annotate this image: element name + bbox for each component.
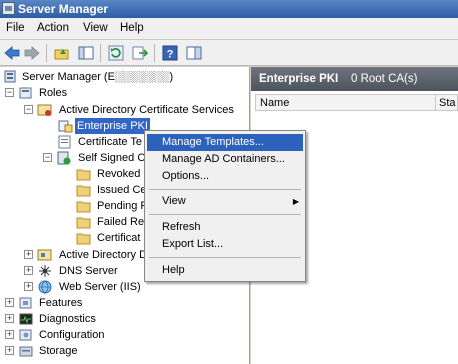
- features-icon: [18, 295, 34, 311]
- window-title: Server Manager: [18, 2, 109, 16]
- collapse-icon[interactable]: −: [24, 105, 33, 114]
- menu-separator: [149, 257, 301, 258]
- toolbar: ?: [0, 40, 458, 66]
- expand-icon[interactable]: +: [5, 314, 14, 323]
- folder-icon: [76, 230, 92, 246]
- tree-label: Roles: [39, 87, 68, 99]
- export-list-icon[interactable]: [131, 44, 149, 62]
- tree-label: Server Manager (E░░░░░░░): [22, 71, 174, 83]
- menu-view[interactable]: View: [83, 22, 108, 34]
- toolbar-separator: [46, 44, 47, 62]
- certificate-templates-icon: [57, 134, 73, 150]
- tree-label: Certificate Te: [78, 136, 142, 148]
- results-title: Enterprise PKI: [259, 73, 339, 85]
- storage-icon: [18, 343, 34, 359]
- up-folder-icon[interactable]: [53, 44, 71, 62]
- tree-label: DNS Server: [59, 265, 118, 277]
- diagnostics-icon: [18, 311, 34, 327]
- svg-text:?: ?: [167, 49, 174, 61]
- folder-icon: [76, 166, 92, 182]
- menu-item-help[interactable]: Help: [147, 262, 303, 279]
- certificate-services-icon: [37, 102, 53, 118]
- tree-label: Features: [39, 297, 83, 309]
- tree-label: Configuration: [39, 329, 105, 341]
- folder-icon: [76, 198, 92, 214]
- menu-item-refresh[interactable]: Refresh: [147, 219, 303, 236]
- tree-label: Enterprise PKI: [75, 118, 150, 134]
- forward-arrow-icon[interactable]: [23, 44, 41, 62]
- roles-icon: [18, 85, 34, 101]
- tree-label: Certificat: [97, 232, 141, 244]
- collapse-icon[interactable]: −: [43, 153, 52, 162]
- menu-file[interactable]: File: [6, 22, 25, 34]
- configuration-icon: [18, 327, 34, 343]
- tree-label: Web Server (IIS): [59, 281, 141, 293]
- folder-icon: [76, 182, 92, 198]
- collapse-icon[interactable]: −: [5, 88, 14, 97]
- menu-item-options[interactable]: Options...: [147, 168, 303, 185]
- action-pane-icon[interactable]: [185, 44, 203, 62]
- toolbar-separator: [154, 44, 155, 62]
- menu-bar: File Action View Help: [0, 18, 458, 40]
- title-bar: Server Manager: [0, 0, 458, 18]
- back-arrow-icon[interactable]: [3, 44, 21, 62]
- refresh-icon[interactable]: [107, 44, 125, 62]
- column-status[interactable]: Sta: [439, 97, 456, 109]
- tree-label: Pending F: [97, 200, 148, 212]
- server-manager-icon: [3, 69, 19, 85]
- show-hide-tree-icon[interactable]: [77, 44, 95, 62]
- menu-action[interactable]: Action: [37, 22, 69, 34]
- menu-item-view[interactable]: View ▶: [147, 193, 303, 210]
- tree-label: Self Signed C: [78, 152, 146, 164]
- tree-label: Issued Ce: [97, 184, 147, 196]
- context-menu: Manage Templates... Manage AD Containers…: [144, 130, 306, 282]
- column-divider[interactable]: [435, 95, 436, 110]
- tree-label: Diagnostics: [39, 313, 96, 325]
- web-server-icon: [37, 279, 53, 295]
- dns-icon: [37, 263, 53, 279]
- expand-icon[interactable]: +: [5, 346, 14, 355]
- tree-label: Failed Re: [97, 216, 145, 228]
- folder-icon: [76, 214, 92, 230]
- column-headers: Name Sta: [255, 94, 458, 111]
- expand-icon[interactable]: +: [24, 282, 33, 291]
- root-ca-count: 0 Root CA(s): [351, 73, 418, 85]
- tree-label: Active Directory Certificate Services: [59, 104, 234, 116]
- help-icon[interactable]: ?: [161, 44, 179, 62]
- expand-icon[interactable]: +: [24, 266, 33, 275]
- results-header: Enterprise PKI 0 Root CA(s): [251, 67, 458, 91]
- menu-item-export-list[interactable]: Export List...: [147, 236, 303, 253]
- active-directory-icon: [37, 247, 53, 263]
- column-name[interactable]: Name: [260, 97, 289, 109]
- submenu-arrow-icon: ▶: [292, 197, 299, 206]
- menu-help[interactable]: Help: [120, 22, 144, 34]
- menu-item-manage-ad-containers[interactable]: Manage AD Containers...: [147, 151, 303, 168]
- server-manager-icon: [2, 2, 15, 15]
- ca-server-icon: [56, 150, 72, 166]
- expand-icon[interactable]: +: [24, 250, 33, 259]
- enterprise-pki-icon: [57, 118, 73, 134]
- toolbar-separator: [100, 44, 101, 62]
- tree-label: Storage: [39, 345, 78, 357]
- menu-item-label: View: [162, 195, 186, 207]
- expand-icon[interactable]: +: [5, 330, 14, 339]
- expand-icon[interactable]: +: [5, 298, 14, 307]
- menu-separator: [149, 189, 301, 190]
- tree-label: Revoked: [97, 168, 141, 180]
- tree-label: Active Directory D: [59, 249, 148, 261]
- menu-item-manage-templates[interactable]: Manage Templates...: [147, 134, 303, 151]
- menu-separator: [149, 214, 301, 215]
